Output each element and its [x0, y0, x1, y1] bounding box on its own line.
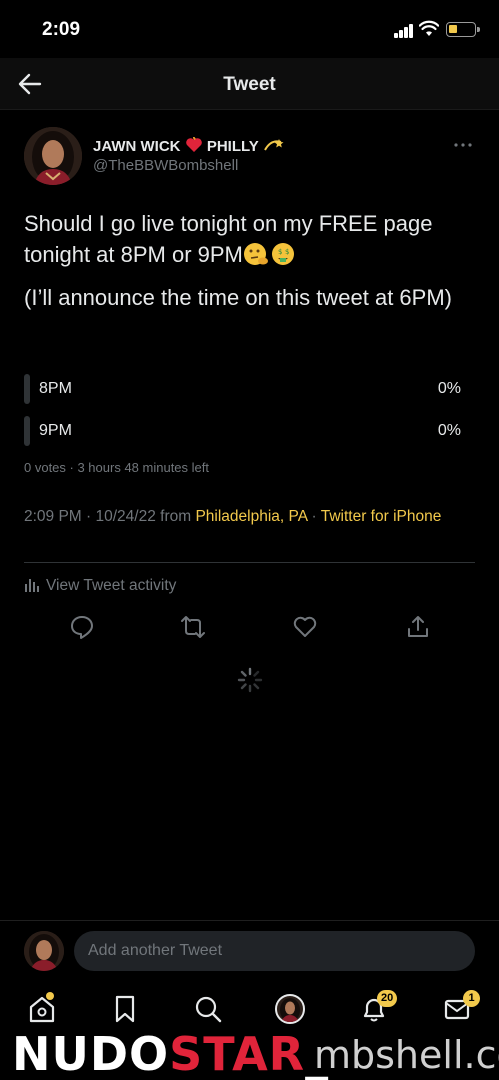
tweet-timestamp: 2:09 PM · 10/24/22 from Philadelphia, PA… [24, 506, 464, 528]
svg-text:$: $ [278, 248, 282, 256]
poll-bar [24, 374, 30, 404]
timestamp-separator: · [311, 508, 317, 525]
bookmark-icon[interactable] [110, 994, 140, 1024]
like-heart-icon[interactable] [292, 614, 318, 640]
loading-spinner-icon [237, 667, 263, 693]
profile-avatar-tab[interactable] [275, 994, 305, 1024]
cellular-signal-icon [394, 24, 414, 38]
messages-count-badge: 1 [463, 990, 480, 1007]
money-mouth-face-emoji-icon: $ $ [271, 243, 294, 265]
source-link[interactable]: Twitter for iPhone [321, 508, 442, 525]
timestamp-text: 2:09 PM · 10/24/22 from [24, 508, 192, 525]
flaming-heart-emoji-icon [185, 137, 202, 152]
author-display-name[interactable]: JAWN WICK PHILLY [93, 137, 285, 155]
watermark-brand-tail: _ [305, 1028, 330, 1080]
dizzy-star-emoji-icon [263, 139, 284, 151]
svg-text:$: $ [285, 248, 289, 256]
share-icon[interactable] [405, 614, 431, 640]
watermark-brand-b: STAR [169, 1028, 306, 1080]
activity-label: View Tweet activity [46, 577, 177, 594]
page-title: Tweet [223, 74, 276, 95]
home-new-dot [46, 992, 54, 1000]
thinking-face-emoji-icon [243, 243, 268, 265]
status-bar: 2:09 [0, 0, 499, 58]
search-icon[interactable] [193, 994, 223, 1024]
view-tweet-activity-link[interactable]: View Tweet activity [24, 576, 176, 595]
watermark-brand: NUDOSTAR_ [12, 1030, 329, 1078]
retweet-icon[interactable] [180, 614, 206, 640]
add-another-tweet-input[interactable]: Add another Tweet [74, 931, 475, 971]
user-avatar[interactable] [24, 931, 64, 971]
notifications-count-badge: 20 [377, 990, 398, 1007]
display-name-suffix: PHILLY [206, 138, 259, 155]
author-handle[interactable]: @TheBBWBombshell [93, 157, 238, 174]
wifi-icon [419, 20, 439, 36]
watermark-overlay: mbshell.co NUDOSTAR_ [0, 1028, 499, 1080]
tweet-text-line2: (I’ll announce the time on this tweet at… [24, 285, 452, 310]
reply-compose-bar: Add another Tweet [0, 920, 499, 982]
tweet-body: Should I go live tonight on my FREE page… [24, 208, 479, 313]
analytics-icon [25, 579, 39, 592]
tweet-text-line1: Should I go live tonight on my FREE page… [24, 211, 433, 267]
reply-icon[interactable] [69, 614, 95, 640]
more-options-icon[interactable] [453, 141, 473, 149]
battery-icon [446, 22, 480, 37]
author-avatar[interactable] [24, 127, 82, 185]
poll-meta: 0 votes · 3 hours 48 minutes left [24, 460, 209, 475]
poll-option-percent: 0% [437, 422, 461, 439]
divider [24, 562, 475, 563]
poll-bar [24, 416, 30, 446]
location-link[interactable]: Philadelphia, PA [195, 508, 307, 525]
top-nav-bar: Tweet [0, 58, 499, 110]
watermark-brand-a: NUDO [12, 1028, 170, 1080]
display-name-text: JAWN WICK [93, 138, 181, 155]
poll-option-label: 8PM [39, 380, 72, 397]
poll-option-2: 9PM 0% [24, 416, 461, 446]
poll-option-percent: 0% [437, 380, 461, 397]
status-time: 2:09 [42, 19, 81, 40]
poll-option-1: 8PM 0% [24, 374, 461, 404]
poll-option-label: 9PM [39, 422, 72, 439]
watermark-tail-text: mbshell.co [314, 1033, 499, 1077]
